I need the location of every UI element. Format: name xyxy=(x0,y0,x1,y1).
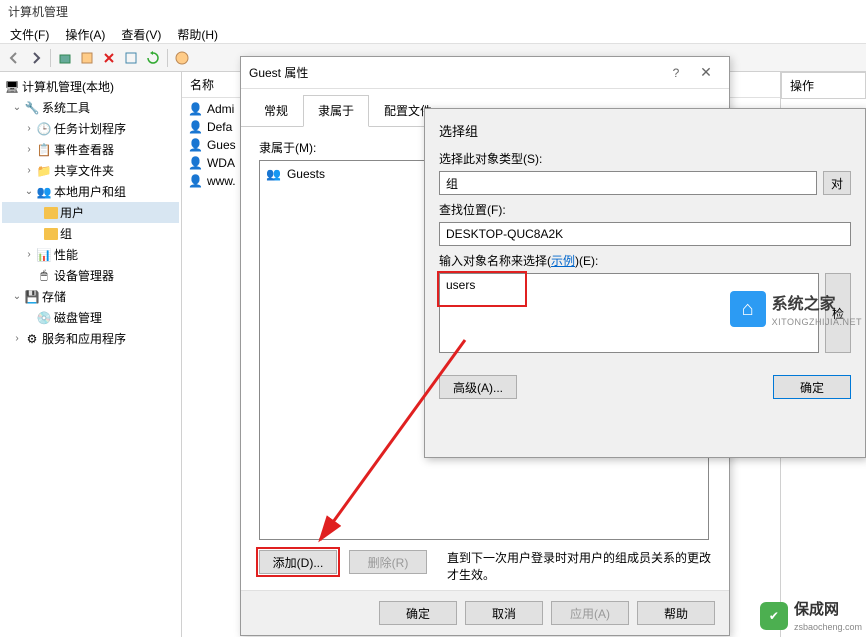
watermark-baocheng: ✔ 保成网zsbaocheng.com xyxy=(760,598,862,633)
expander-icon[interactable]: › xyxy=(12,333,22,344)
remove-button[interactable]: 删除(R) xyxy=(349,550,427,574)
example-link[interactable]: 示例 xyxy=(551,254,575,268)
tab-member-of[interactable]: 隶属于 xyxy=(303,95,369,127)
navigation-tree[interactable]: 🖥计算机管理(本地) ⌄🔧系统工具 ›🕒任务计划程序 ›📋事件查看器 ›📁共享文… xyxy=(0,72,182,637)
advanced-button[interactable]: 高级(A)... xyxy=(439,375,517,399)
share-icon: 📁 xyxy=(36,163,52,179)
device-icon: 🖱 xyxy=(36,268,52,284)
expander-icon[interactable]: › xyxy=(24,165,34,176)
membership-note: 直到下一次用户登录时对用户的组成员关系的更改才生效。 xyxy=(447,550,711,584)
properties-button[interactable] xyxy=(77,48,97,68)
disk-icon: 💿 xyxy=(36,310,52,326)
users-icon: 👥 xyxy=(36,184,52,200)
add-button[interactable]: 添加(D)... xyxy=(259,550,337,574)
location-label: 查找位置(F): xyxy=(439,201,851,218)
expander-icon[interactable]: ⌄ xyxy=(24,186,34,197)
tree-system-tools[interactable]: ⌄🔧系统工具 xyxy=(2,97,179,118)
delete-button[interactable] xyxy=(99,48,119,68)
tree-task-scheduler[interactable]: ›🕒任务计划程序 xyxy=(2,118,179,139)
expander-icon[interactable]: › xyxy=(24,249,34,260)
tree-device-manager[interactable]: 🖱设备管理器 xyxy=(2,265,179,286)
watermark-xitongzhijia: ⌂ 系统之家XITONGZHIJIA.NET xyxy=(730,290,862,328)
perf-icon: 📊 xyxy=(36,247,52,263)
menu-bar: 文件(F) 操作(A) 查看(V) 帮助(H) xyxy=(0,22,866,44)
folder-icon xyxy=(44,207,58,219)
expander-icon[interactable]: › xyxy=(24,144,34,155)
actions-header: 操作 xyxy=(781,72,866,99)
dialog-titlebar[interactable]: Guest 属性 ? ✕ xyxy=(241,57,729,89)
clock-icon: 🕒 xyxy=(36,121,52,137)
tree-storage[interactable]: ⌄💾存储 xyxy=(2,286,179,307)
select-dialog-footer: 高级(A)... 确定 xyxy=(425,365,865,409)
tab-general[interactable]: 常规 xyxy=(249,95,303,126)
object-names-label: 输入对象名称来选择(示例)(E): xyxy=(439,252,851,269)
up-button[interactable] xyxy=(55,48,75,68)
folder-icon xyxy=(44,228,58,240)
menu-help[interactable]: 帮助(H) xyxy=(171,24,224,41)
expander-icon[interactable]: ⌄ xyxy=(12,102,22,113)
select-groups-dialog: 选择组 选择此对象类型(S): 对 查找位置(F): 输入对象名称来选择(示例)… xyxy=(424,108,866,458)
back-button[interactable] xyxy=(4,48,24,68)
tools-icon: 🔧 xyxy=(24,100,40,116)
user-icon: 👤 xyxy=(188,120,203,134)
ok-button[interactable]: 确定 xyxy=(773,375,851,399)
user-icon: 👤 xyxy=(188,138,203,152)
dialog-footer: 确定 取消 应用(A) 帮助 xyxy=(241,590,729,635)
select-groups-title: 选择组 xyxy=(439,121,851,140)
tree-performance[interactable]: ›📊性能 xyxy=(2,244,179,265)
help-button[interactable]: 帮助 xyxy=(637,601,715,625)
help-button[interactable]: ? xyxy=(661,66,691,80)
user-icon: 👤 xyxy=(188,102,203,116)
house-icon: ⌂ xyxy=(730,291,766,327)
refresh-button[interactable] xyxy=(143,48,163,68)
apply-button[interactable]: 应用(A) xyxy=(551,601,629,625)
object-type-field[interactable] xyxy=(439,171,817,195)
menu-view[interactable]: 查看(V) xyxy=(115,24,167,41)
window-title: 计算机管理 xyxy=(0,0,866,22)
export-button[interactable] xyxy=(121,48,141,68)
object-types-button[interactable]: 对 xyxy=(823,171,851,195)
tree-groups[interactable]: 组 xyxy=(2,223,179,244)
help-button[interactable] xyxy=(172,48,192,68)
tree-users[interactable]: 用户 xyxy=(2,202,179,223)
tree-shared-folders[interactable]: ›📁共享文件夹 xyxy=(2,160,179,181)
tree-root[interactable]: 🖥计算机管理(本地) xyxy=(2,76,179,97)
forward-button[interactable] xyxy=(26,48,46,68)
location-field[interactable] xyxy=(439,222,851,246)
storage-icon: 💾 xyxy=(24,289,40,305)
ok-button[interactable]: 确定 xyxy=(379,601,457,625)
shield-icon: ✔ xyxy=(760,602,788,630)
tree-local-users-groups[interactable]: ⌄👥本地用户和组 xyxy=(2,181,179,202)
expander-icon[interactable]: ⌄ xyxy=(12,291,22,302)
computer-icon: 🖥 xyxy=(4,79,20,95)
tree-event-viewer[interactable]: ›📋事件查看器 xyxy=(2,139,179,160)
dialog-title: Guest 属性 xyxy=(249,64,661,81)
menu-file[interactable]: 文件(F) xyxy=(4,24,55,41)
user-icon: 👤 xyxy=(188,156,203,170)
expander-icon[interactable]: › xyxy=(24,123,34,134)
tree-disk-management[interactable]: 💿磁盘管理 xyxy=(2,307,179,328)
user-icon: 👤 xyxy=(188,174,203,188)
close-button[interactable]: ✕ xyxy=(691,64,721,81)
event-icon: 📋 xyxy=(36,142,52,158)
cancel-button[interactable]: 取消 xyxy=(465,601,543,625)
services-icon: ⚙ xyxy=(24,331,40,347)
object-type-label: 选择此对象类型(S): xyxy=(439,150,851,167)
group-icon: 👥 xyxy=(266,167,281,181)
tree-services-apps[interactable]: ›⚙服务和应用程序 xyxy=(2,328,179,349)
menu-action[interactable]: 操作(A) xyxy=(59,24,111,41)
